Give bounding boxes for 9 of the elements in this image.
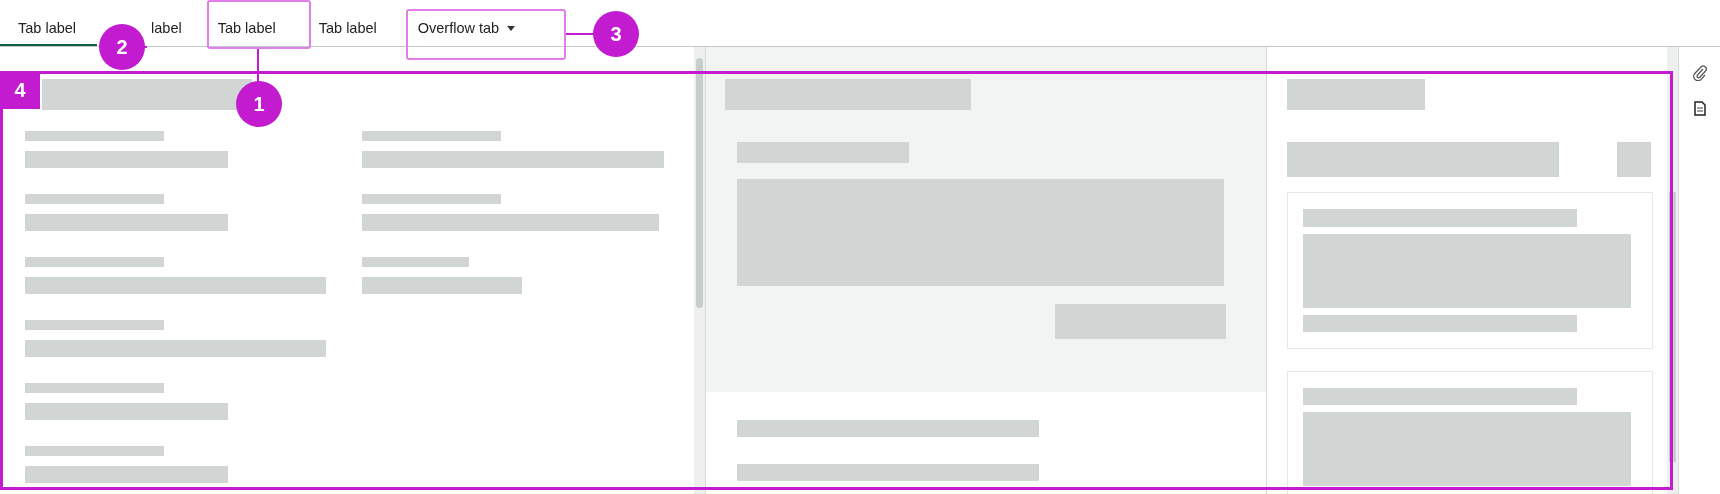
callout-marker: 3 [593, 11, 639, 57]
callout-marker: 1 [236, 81, 282, 127]
callout-marker: 4 [0, 71, 40, 109]
tab[interactable]: Tab label [200, 0, 293, 46]
callout-marker: 2 [99, 24, 145, 70]
tab[interactable]: label [149, 0, 201, 46]
tab[interactable]: Tab label [0, 0, 98, 46]
tab[interactable]: Tab label [292, 0, 394, 46]
overflow-tab[interactable]: Overflow tab [401, 0, 532, 46]
